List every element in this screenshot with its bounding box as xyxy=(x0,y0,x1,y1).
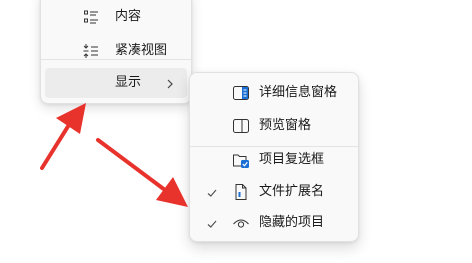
menu-item-show[interactable]: 显示 xyxy=(45,68,187,98)
menu-item-label: 详细信息窗格 xyxy=(259,85,338,100)
menu-item-details-pane[interactable]: 详细信息窗格 xyxy=(194,77,354,107)
annotation-arrow-up xyxy=(40,103,86,170)
file-extension-icon xyxy=(232,183,250,201)
menu-item-compact-view[interactable]: 紧凑视图 xyxy=(45,36,187,66)
item-checkbox-icon xyxy=(232,151,250,169)
checkmark-icon xyxy=(206,215,218,228)
menu-item-label: 内容 xyxy=(115,9,142,24)
menu-item-label: 文件扩展名 xyxy=(259,184,325,199)
menu-item-label: 显示 xyxy=(115,75,142,90)
menu-item-preview-pane[interactable]: 预览窗格 xyxy=(194,110,354,140)
menu-item-label: 预览窗格 xyxy=(259,118,312,133)
details-list-icon xyxy=(83,9,99,25)
menu-item-item-checkboxes[interactable]: 项目复选框 xyxy=(194,144,354,174)
menu-item-content[interactable]: 内容 xyxy=(45,2,187,32)
annotation-arrow-down xyxy=(96,138,188,207)
menu-separator xyxy=(41,59,191,60)
menu-item-label: 项目复选框 xyxy=(259,152,325,167)
menu-item-file-extensions[interactable]: 文件扩展名 xyxy=(194,176,354,206)
view-context-menu: 内容 紧凑视图 显示 xyxy=(40,0,192,104)
preview-pane-icon xyxy=(232,117,250,135)
menu-item-hidden-items[interactable]: 隐藏的项目 xyxy=(194,207,354,237)
menu-item-label: 紧凑视图 xyxy=(115,43,168,58)
chevron-right-icon xyxy=(165,76,175,90)
show-submenu: 详细信息窗格 预览窗格 项目复选框 文件扩展名 隐藏的项目 xyxy=(189,72,359,242)
compact-view-icon xyxy=(83,43,99,59)
menu-item-label: 隐藏的项目 xyxy=(259,215,325,230)
eye-icon xyxy=(232,214,250,232)
checkmark-icon xyxy=(206,184,218,197)
details-pane-icon xyxy=(232,84,250,102)
